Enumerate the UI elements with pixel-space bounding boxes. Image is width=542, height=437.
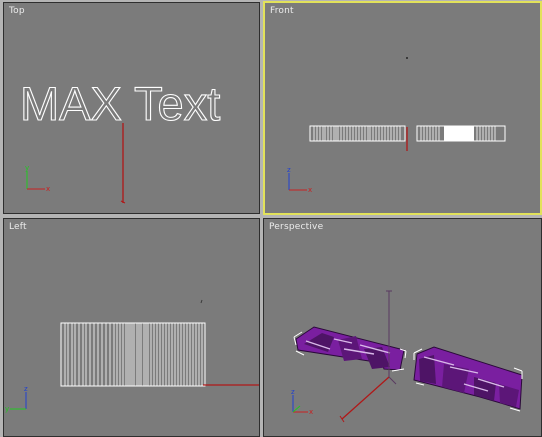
max-text-outline[interactable]: MAX Text (19, 76, 220, 130)
axis-x-label: x (309, 408, 313, 416)
axis-tripod-left: z y (5, 385, 28, 413)
axis-tripod-top: y x (25, 164, 50, 193)
axis-tripod-perspective: z x (291, 388, 313, 416)
axis-x-label: x (308, 186, 312, 194)
axis-z-label: z (287, 166, 291, 174)
text-mesh-left[interactable] (60, 322, 206, 387)
left-view-canvas: z y (5, 299, 259, 413)
viewport-workspace: Top MAX Text y x Front z x Left z y Pers… (0, 0, 542, 437)
front-view-canvas: z x (287, 57, 506, 194)
pivot-mark-left (200, 299, 203, 304)
viewport-top[interactable]: Top MAX Text y x (3, 2, 260, 214)
axis-y-label: y (5, 405, 9, 413)
axis-tripod-front: z x (287, 166, 312, 194)
text-mesh-perspective[interactable] (293, 326, 523, 412)
top-view-canvas: MAX Text y x (19, 76, 221, 204)
axis-z-label: z (291, 388, 295, 396)
viewport-perspective[interactable]: Perspective z x (263, 218, 542, 437)
axis-x-label: x (46, 185, 50, 193)
pivot-dot-front (406, 57, 408, 59)
axis-y-label: y (25, 164, 29, 172)
axis-z-label: z (24, 385, 28, 393)
perspective-view-canvas: z x (291, 290, 523, 423)
viewport-left[interactable]: Left z y (3, 218, 260, 437)
viewport-front[interactable]: Front z x (263, 1, 542, 215)
